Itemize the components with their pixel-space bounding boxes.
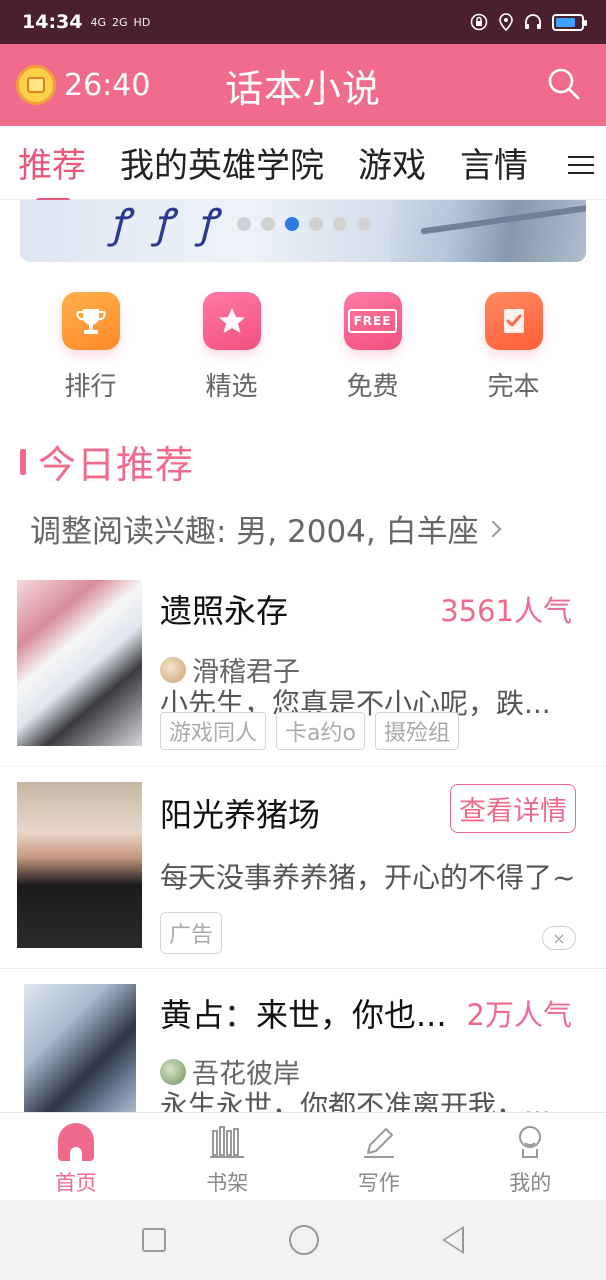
author-avatar — [160, 1058, 186, 1085]
carousel-dot-active — [285, 217, 299, 231]
quick-entry-label: 精选 — [205, 372, 258, 402]
free-icon: FREE — [343, 292, 402, 350]
free-badge: FREE — [347, 309, 398, 333]
view-details-button[interactable]: 查看详情 — [450, 784, 576, 833]
nav-label: 首页 — [54, 1171, 97, 1195]
nav-write[interactable]: 写作 — [303, 1113, 455, 1200]
recent-apps-icon[interactable] — [141, 1228, 166, 1252]
bottom-navigation: 首页 书架 写作 我的 — [0, 1112, 606, 1200]
carousel-dot — [261, 217, 275, 231]
quick-entry-featured[interactable]: 精选 — [161, 292, 302, 412]
nav-profile[interactable]: 我的 — [455, 1113, 606, 1200]
alarm-clock-icon — [16, 65, 56, 105]
quick-entry-label: 完本 — [487, 372, 540, 402]
tab-recommend[interactable]: 推荐 — [18, 138, 86, 203]
book-tag[interactable]: 卡a约o — [276, 712, 365, 750]
nav-label: 书架 — [206, 1171, 249, 1195]
profile-icon — [510, 1121, 550, 1161]
book-title: 遗照永存 — [160, 592, 289, 630]
nav-label: 写作 — [357, 1171, 400, 1195]
check-book-icon — [484, 292, 543, 350]
carousel-dot — [237, 217, 251, 231]
interest-text: 调整阅读兴趣: 男, 2004, 白羊座 — [30, 514, 479, 550]
signal-4g-icon: 4G — [90, 15, 107, 29]
back-icon[interactable] — [442, 1226, 465, 1254]
close-ad-icon[interactable]: × — [542, 926, 576, 950]
book-popularity: 3561人气 — [440, 594, 572, 628]
quick-entry-ranking[interactable]: 排行 — [20, 292, 161, 412]
status-time: 14:34 — [22, 11, 83, 33]
carousel-dot — [333, 217, 347, 231]
system-navigation — [0, 1200, 606, 1280]
adjust-interest-link[interactable]: 调整阅读兴趣: 男, 2004, 白羊座 — [30, 506, 502, 551]
ad-description: 每天没事养养猪，开心的不得了~ — [160, 861, 576, 894]
quick-entry-label: 免费 — [346, 372, 399, 402]
chevron-right-icon — [484, 520, 502, 537]
nav-label: 我的 — [509, 1171, 552, 1195]
book-list-item[interactable]: 遗照永存 3561人气 滑稽君子 小先生，您真是不小心呢，跌... 游戏同人 卡… — [0, 580, 606, 766]
banner-carousel[interactable]: ꝭ ꝭ ꝭ — [20, 200, 586, 262]
quick-entry-label: 排行 — [64, 372, 117, 402]
quick-entry-completed[interactable]: 完本 — [443, 292, 584, 412]
book-cover — [17, 580, 142, 746]
book-list-item[interactable]: 黄占：来世，你也... 2万人气 吾花彼岸 永生永世，你都不准离开我，... — [0, 984, 606, 1112]
nav-bookshelf[interactable]: 书架 — [152, 1113, 304, 1200]
bookshelf-icon — [207, 1121, 247, 1161]
list-divider — [0, 766, 606, 767]
carousel-dot — [357, 217, 371, 231]
pencil-icon — [359, 1121, 399, 1161]
book-title: 黄占：来世，你也... — [160, 996, 447, 1034]
book-popularity: 2万人气 — [466, 998, 572, 1032]
ad-list-item[interactable]: 阳光养猪场 查看详情 每天没事养养猪，开心的不得了~ 广告 × — [0, 782, 606, 968]
app-header: 26:40 话本小说 — [0, 44, 606, 126]
ad-cover — [17, 782, 142, 948]
author-avatar — [160, 656, 186, 683]
book-tag[interactable]: 游戏同人 — [160, 712, 267, 750]
home-icon — [56, 1121, 96, 1161]
headphones-icon — [525, 14, 541, 29]
location-icon — [499, 13, 513, 31]
book-tag[interactable]: 摄殓组 — [374, 712, 459, 750]
book-description: 永生永世，你都不准离开我，... — [160, 1089, 551, 1112]
tab-my-hero-academia[interactable]: 我的英雄学院 — [120, 138, 324, 187]
quick-entry-free[interactable]: FREE 免费 — [302, 292, 443, 412]
section-marker — [20, 448, 26, 475]
tab-games[interactable]: 游戏 — [358, 138, 426, 187]
ad-label: 广告 — [160, 912, 223, 954]
quick-entries: 排行 精选 FREE 免费 完本 — [0, 292, 606, 412]
ad-title: 阳光养猪场 — [160, 796, 321, 834]
section-title: 今日推荐 — [38, 443, 195, 487]
book-cover — [24, 984, 136, 1112]
category-tabs: 推荐 我的英雄学院 游戏 言情 — [0, 126, 606, 203]
search-icon[interactable] — [546, 66, 582, 102]
wifi-hd-icon: HD — [133, 15, 151, 29]
section-header: 今日推荐 — [20, 434, 194, 489]
list-divider — [0, 968, 606, 969]
book-tags: 游戏同人 卡a约o 摄殓组 — [160, 712, 459, 750]
lock-rotation-icon — [470, 13, 488, 31]
carousel-dot — [309, 217, 323, 231]
banner-artwork: ꝭ ꝭ ꝭ — [110, 201, 223, 247]
tabs-menu-icon[interactable] — [568, 152, 598, 176]
timer-value: 26:40 — [64, 67, 151, 103]
signal-2g-icon: 2G — [112, 15, 128, 29]
battery-icon — [552, 13, 587, 31]
reading-timer[interactable]: 26:40 — [16, 65, 150, 105]
status-bar: 14:34 4G 2G HD — [0, 0, 606, 44]
trophy-icon — [61, 292, 120, 350]
nav-home[interactable]: 首页 — [0, 1113, 152, 1200]
carousel-dots — [237, 217, 371, 231]
tab-romance[interactable]: 言情 — [460, 138, 528, 187]
home-button-icon[interactable] — [288, 1225, 319, 1255]
star-icon — [202, 292, 261, 350]
